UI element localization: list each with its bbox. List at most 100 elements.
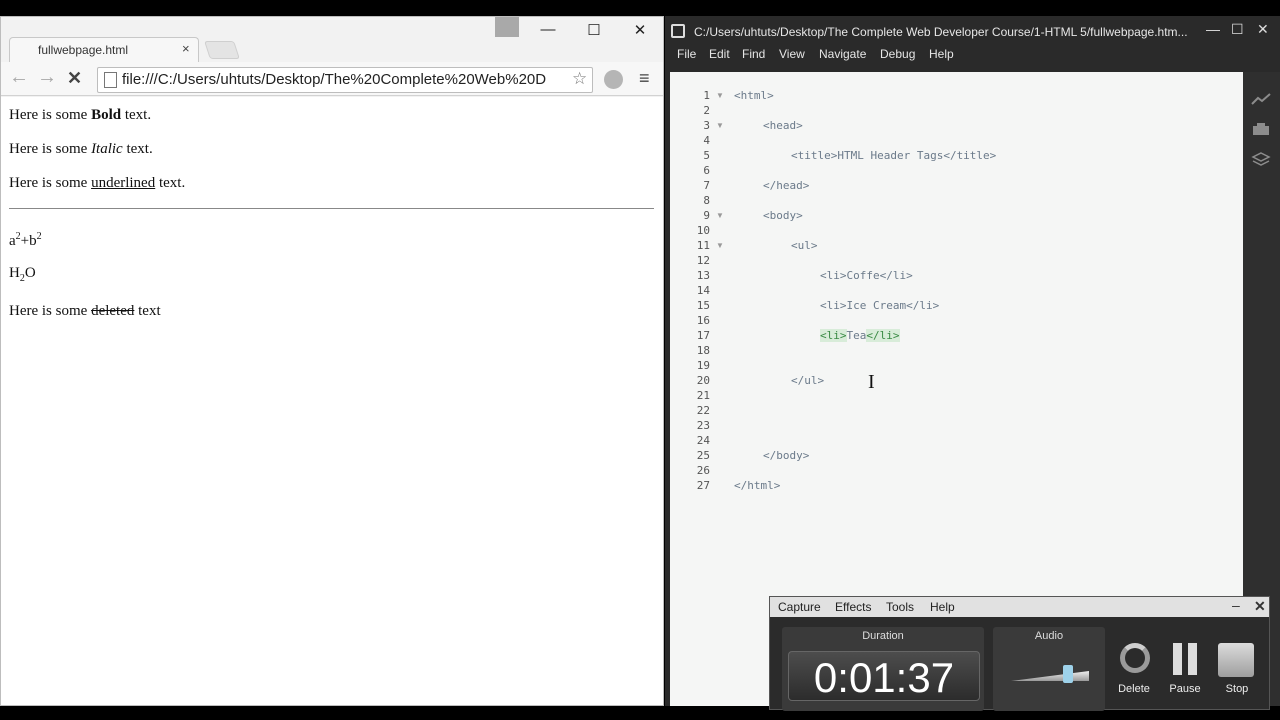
address-bar[interactable]: file:///C:/Users/uhtuts/Desktop/The%20Co… <box>97 67 593 93</box>
recorder-menu-tools[interactable]: Tools <box>886 600 914 614</box>
stop-icon[interactable] <box>1218 643 1254 677</box>
menu-icon[interactable]: ≡ <box>639 68 650 89</box>
subscript-line: H2O <box>9 265 36 284</box>
line-number: 6 <box>703 164 710 177</box>
line-number: 10 <box>696 224 710 237</box>
menu-find[interactable]: Find <box>742 47 765 61</box>
line-number: 7 <box>703 179 710 192</box>
url-text[interactable]: file:///C:/Users/uhtuts/Desktop/The%20Co… <box>122 71 570 88</box>
new-tab-button[interactable] <box>204 41 240 59</box>
horizontal-rule <box>9 208 654 209</box>
code-line-active: <li>Tea</li> <box>820 329 900 342</box>
browser-tab[interactable]: fullwebpage.html × <box>9 37 199 62</box>
code-line: <title>HTML Header Tags</title> <box>791 149 997 162</box>
recorder-menu-effects[interactable]: Effects <box>835 600 871 614</box>
duration-display: 0:01:37 <box>788 651 980 701</box>
pause-label[interactable]: Pause <box>1160 683 1210 695</box>
code-line: </ul> <box>791 374 825 387</box>
bookmark-star-icon[interactable]: ☆ <box>572 69 587 89</box>
editor-logo-icon <box>671 24 685 38</box>
recorder-menubar: Capture Effects Tools Help – ✕ <box>770 597 1269 617</box>
close-button[interactable]: ✕ <box>617 21 663 43</box>
duration-value: 0:01:37 <box>813 654 955 701</box>
tab-close-icon[interactable]: × <box>182 41 190 56</box>
line-number: 9 <box>703 209 710 222</box>
line-number: 20 <box>696 374 710 387</box>
fold-icon[interactable]: ▼ <box>716 121 724 130</box>
line-number: 3 <box>703 119 710 132</box>
line-number: 12 <box>696 254 710 267</box>
fold-icon[interactable]: ▼ <box>716 91 724 100</box>
menu-file[interactable]: File <box>677 47 696 61</box>
recorder-menu-capture[interactable]: Capture <box>778 600 821 614</box>
line-number: 23 <box>696 419 710 432</box>
bold-line: Here is some Bold text. <box>9 107 152 123</box>
line-number: 1 <box>703 89 710 102</box>
maximize-button[interactable]: ☐ <box>571 21 617 43</box>
stop-loading-icon[interactable]: ✕ <box>67 68 82 89</box>
extensions-icon[interactable] <box>1251 122 1271 136</box>
line-number: 2 <box>703 104 710 117</box>
underlined-word: underlined <box>91 175 156 191</box>
line-number: 19 <box>696 359 710 372</box>
line-number: 11 <box>696 239 710 252</box>
back-icon[interactable]: ← <box>9 66 29 89</box>
delete-icon[interactable] <box>1120 643 1150 673</box>
duration-panel: Duration 0:01:37 <box>782 627 984 711</box>
menu-help[interactable]: Help <box>929 47 954 61</box>
delete-label[interactable]: Delete <box>1109 683 1159 695</box>
profile-icon[interactable] <box>495 17 519 37</box>
editor-titlebar: C:/Users/uhtuts/Desktop/The Complete Web… <box>665 16 1280 46</box>
pause-icon[interactable] <box>1173 643 1182 675</box>
code-line: <li>Coffe</li> <box>820 269 913 282</box>
menu-navigate[interactable]: Navigate <box>819 47 866 61</box>
matched-open-tag: <li> <box>820 329 847 342</box>
recorder-menu-help[interactable]: Help <box>930 600 955 614</box>
activity-icon[interactable] <box>1251 92 1271 106</box>
audio-label: Audio <box>1034 630 1064 642</box>
page-content: Here is some Bold text. Here is some Ita… <box>1 97 663 705</box>
text-cursor-icon: I <box>868 371 875 393</box>
deleted-word: deleted <box>91 303 135 319</box>
menu-view[interactable]: View <box>779 47 805 61</box>
line-number: 22 <box>696 404 710 417</box>
pause-icon[interactable] <box>1188 643 1197 675</box>
globe-icon[interactable] <box>604 70 623 89</box>
menu-edit[interactable]: Edit <box>709 47 730 61</box>
editor-minimize-button[interactable]: — <box>1206 21 1220 37</box>
line-number: 27 <box>696 479 710 492</box>
tab-title: fullwebpage.html <box>38 43 129 57</box>
stop-label[interactable]: Stop <box>1212 683 1262 695</box>
screen-recorder-panel: Capture Effects Tools Help – ✕ Duration … <box>769 596 1270 711</box>
line-number: 4 <box>703 134 710 147</box>
line-number: 15 <box>696 299 710 312</box>
code-line: <li>Ice Cream</li> <box>820 299 940 312</box>
editor-maximize-button[interactable]: ☐ <box>1231 21 1244 38</box>
recorder-minimize-button[interactable]: – <box>1232 597 1240 613</box>
tab-strip: fullwebpage.html × — ☐ ✕ <box>1 17 663 62</box>
line-number: 8 <box>703 194 710 207</box>
forward-icon[interactable]: → <box>37 66 57 89</box>
code-line: </body> <box>763 449 810 462</box>
layers-icon[interactable] <box>1251 152 1271 166</box>
line-number: 5 <box>703 149 710 162</box>
menu-debug[interactable]: Debug <box>880 47 915 61</box>
line-number: 21 <box>696 389 710 402</box>
minimize-button[interactable]: — <box>525 21 571 43</box>
audio-panel: Audio <box>993 627 1105 711</box>
line-number: 17 <box>696 329 710 342</box>
duration-label: Duration <box>862 630 904 642</box>
underline-line: Here is some underlined text. <box>9 175 186 191</box>
line-number: 24 <box>696 434 710 447</box>
fold-icon[interactable]: ▼ <box>716 241 724 250</box>
fold-icon[interactable]: ▼ <box>716 211 724 220</box>
line-number: 14 <box>696 284 710 297</box>
editor-menubar: File Edit Find View Navigate Debug Help <box>665 46 1280 72</box>
recorder-close-button[interactable]: ✕ <box>1254 598 1266 615</box>
editor-close-button[interactable]: ✕ <box>1257 21 1269 38</box>
bold-word: Bold <box>91 107 122 123</box>
code-line: <body> <box>763 209 803 222</box>
code-line: </head> <box>763 179 810 192</box>
audio-volume-slider[interactable] <box>1063 665 1073 683</box>
superscript-line: a2+b2 <box>9 231 42 249</box>
